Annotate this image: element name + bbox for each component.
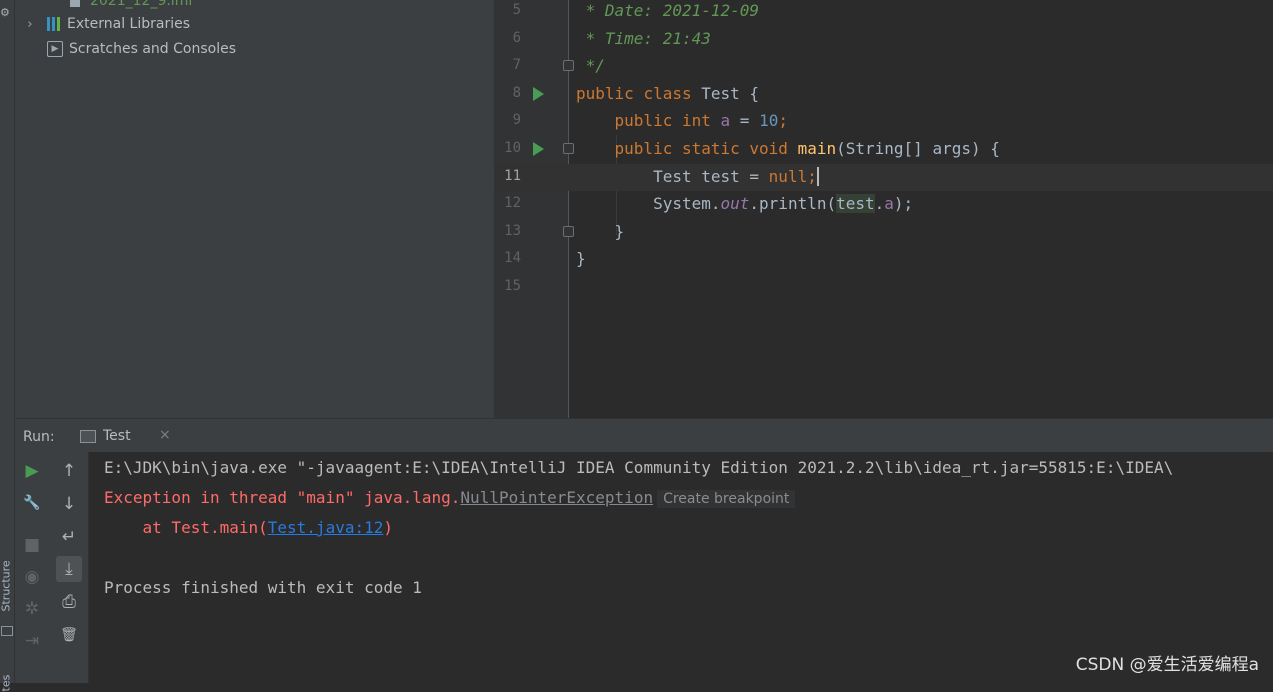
source-location-link[interactable]: Test.java:12 <box>268 518 384 537</box>
code-line-12: 12 System.out.println(test.a); <box>495 191 1273 219</box>
code-line-13: 13 } <box>495 219 1273 247</box>
module-file-icon <box>70 0 80 7</box>
tree-item-external-libraries[interactable]: › External Libraries <box>23 13 190 35</box>
trash-icon[interactable]: 🗑 <box>56 622 82 648</box>
code-line-14: 14 } <box>495 246 1273 274</box>
exception-class-link[interactable]: NullPointerException <box>460 488 653 507</box>
run-console[interactable]: E:\JDK\bin\java.exe "-javaagent:E:\IDEA\… <box>89 452 1273 683</box>
print-icon[interactable]: ⎙ <box>56 589 82 615</box>
tree-item-label: 2021_12_9.iml <box>90 0 193 9</box>
camera-icon[interactable]: ◉ <box>19 564 45 590</box>
run-toolbar-primary: ▶ 🔧 ■ ◉ ✲ ⇥ <box>15 452 50 683</box>
code-text: * Time: 21:43 <box>576 29 711 48</box>
run-tab-label: Test <box>103 428 131 444</box>
tree-item-iml[interactable]: 2021_12_9.iml <box>70 0 192 12</box>
code-line-11: 11 Test test = null; <box>495 163 1273 192</box>
console-command-line: E:\JDK\bin\java.exe "-javaagent:E:\IDEA\… <box>104 458 1174 477</box>
close-icon[interactable]: × <box>159 427 171 443</box>
comment-date-value: 2021-12-09 <box>662 1 760 20</box>
line-number: 5 <box>512 2 521 18</box>
line-number: 8 <box>512 84 521 101</box>
structure-tool-tab[interactable]: Structure <box>0 560 13 611</box>
wrench-icon[interactable]: 🔧 <box>19 490 45 516</box>
fold-marker-icon[interactable] <box>563 60 574 72</box>
comment-time-label: * Time: <box>576 28 663 48</box>
code-text: } <box>576 249 586 269</box>
console-exit-line: Process finished with exit code 1 <box>104 578 422 597</box>
line-number: 12 <box>504 195 521 212</box>
stacktrace-suffix: ) <box>383 518 393 537</box>
code-line-10: 10 public static void main(String[] args… <box>495 136 1273 164</box>
code-editor[interactable]: 5 * Date: 2021-12-09 6 * Time: 21:43 7 *… <box>494 0 1273 418</box>
down-arrow-icon[interactable]: ↓ <box>56 491 82 517</box>
scratches-icon: ▶ <box>47 41 63 57</box>
libraries-icon <box>47 17 63 31</box>
text-caret <box>816 166 819 186</box>
code-line-9: 9 public int a = 10; <box>495 108 1273 136</box>
fold-marker-icon[interactable] <box>563 225 574 237</box>
stop-icon[interactable]: ■ <box>19 532 45 558</box>
tree-item-label: External Libraries <box>67 16 190 32</box>
tree-item-label: Scratches and Consoles <box>69 41 236 57</box>
code-text: */ <box>576 56 605 76</box>
favorites-tool-tab[interactable]: tes <box>0 652 13 692</box>
console-exception-line: Exception in thread "main" java.lang.Nul… <box>104 488 796 508</box>
run-tool-window-header: Run: Test × <box>15 418 1273 455</box>
fold-marker-icon[interactable] <box>563 143 574 154</box>
chevron-right-icon[interactable]: › <box>23 17 37 32</box>
run-toolbar-secondary: ↑ ↓ ↵ ⤓ ⎙ 🗑 <box>50 452 89 683</box>
line-number: 11 <box>504 167 521 184</box>
console-icon <box>80 430 96 443</box>
create-breakpoint-link[interactable]: Create breakpoint <box>657 490 796 508</box>
code-text: public static void main(String[] args) { <box>614 139 1000 158</box>
run-tab-test[interactable]: Test × <box>63 419 183 455</box>
code-line-8: 8 public class Test { <box>495 81 1273 109</box>
code-line-15: 15 <box>495 274 1273 302</box>
console-stacktrace-line: at Test.main(Test.java:12) <box>104 518 393 537</box>
line-number: 14 <box>504 250 521 267</box>
code-line-6: 6 * Time: 21:43 <box>495 26 1273 54</box>
run-icon[interactable]: ▶ <box>19 458 45 484</box>
code-text: * Date: 2021-12-09 <box>576 1 759 20</box>
scroll-to-end-icon[interactable]: ⤓ <box>56 556 82 582</box>
left-strip-gear-icon[interactable]: ⚙ <box>0 6 10 19</box>
up-arrow-icon[interactable]: ↑ <box>56 458 82 484</box>
line-number: 10 <box>504 140 521 156</box>
exit-icon[interactable]: ⇥ <box>19 628 45 654</box>
line-number: 15 <box>504 278 521 294</box>
code-text: Test test = null; <box>653 166 819 186</box>
comment-date-label: * Date: <box>576 1 663 20</box>
code-line-5: 5 * Date: 2021-12-09 <box>495 0 1273 26</box>
code-line-7: 7 */ <box>495 53 1273 81</box>
line-number: 13 <box>504 222 521 239</box>
line-number: 9 <box>512 112 521 129</box>
left-tool-strip: ⚙ Structure tes <box>0 0 15 692</box>
project-tree: 2021_12_9.iml › External Libraries ▶ Scr… <box>15 0 494 418</box>
code-text: System.out.println(test.a); <box>653 194 914 214</box>
line-number: 7 <box>512 57 521 74</box>
line-number: 6 <box>512 29 521 46</box>
code-text: public class Test { <box>576 83 760 103</box>
code-text: public int a = 10; <box>614 111 788 131</box>
watermark: CSDN @爱生活爱编程a <box>1075 655 1259 675</box>
run-label: Run: <box>23 429 55 445</box>
tree-item-scratches[interactable]: ▶ Scratches and Consoles <box>47 38 236 60</box>
run-class-gutter-icon[interactable] <box>533 86 544 101</box>
comment-time-value: 21:43 <box>662 28 711 48</box>
exception-text: Exception in thread "main" java.lang. <box>104 488 461 507</box>
soft-wrap-icon[interactable]: ↵ <box>56 524 82 550</box>
run-main-gutter-icon[interactable] <box>533 142 544 156</box>
settings-icon[interactable]: ✲ <box>19 596 45 622</box>
structure-icon <box>1 626 13 636</box>
code-text: } <box>614 221 625 241</box>
stacktrace-text: at Test.main( <box>104 518 268 537</box>
